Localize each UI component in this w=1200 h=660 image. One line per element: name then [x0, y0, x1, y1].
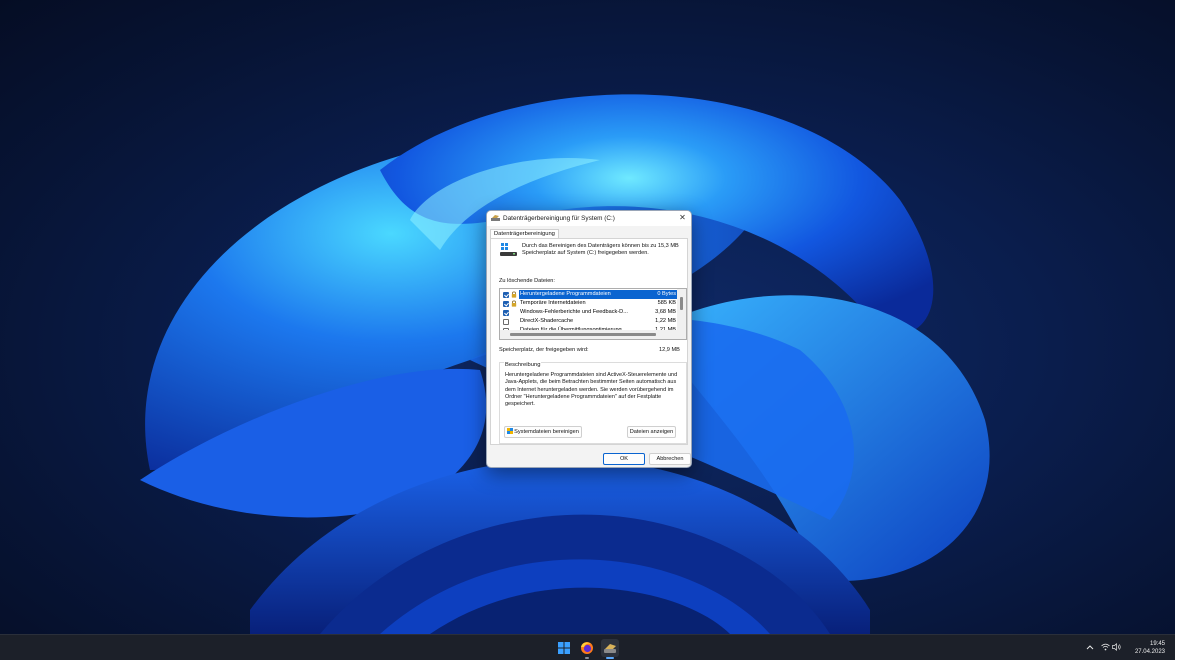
- clock-time: 19:45: [1149, 641, 1165, 647]
- file-name: DirectX-Shadercache: [520, 318, 574, 324]
- space-value: 12,9 MB: [659, 347, 680, 353]
- ok-button[interactable]: OK: [603, 453, 645, 465]
- close-button[interactable]: ✕: [677, 213, 688, 223]
- drive-icon: [500, 243, 517, 256]
- file-list-item[interactable]: Heruntergeladene Programmdateien 0 Bytes: [500, 290, 678, 299]
- file-name: Heruntergeladene Programmdateien: [520, 291, 611, 297]
- wifi-icon[interactable]: [1101, 643, 1110, 651]
- file-list-item[interactable]: Windows-Fehlerberichte und Feedback-D...…: [500, 308, 678, 317]
- cancel-button[interactable]: Abbrechen: [649, 453, 691, 465]
- lock-icon: [511, 300, 517, 307]
- space-label: Speicherplatz, der freigegeben wird:: [499, 347, 589, 353]
- speaker-icon[interactable]: [1112, 643, 1121, 651]
- screen-edge: [1175, 0, 1200, 660]
- windows-logo-icon: [558, 642, 570, 654]
- taskbar: 19:45 27.04.2023: [0, 634, 1175, 660]
- disk-cleanup-icon: [604, 644, 616, 653]
- file-checkbox[interactable]: [503, 309, 509, 316]
- shield-icon: [507, 428, 514, 434]
- file-checkbox[interactable]: [503, 300, 509, 307]
- file-size: 0 Bytes: [657, 291, 676, 297]
- title-bar[interactable]: Datenträgerbereinigung für System (C:) ✕: [487, 211, 691, 226]
- start-button[interactable]: [555, 639, 573, 657]
- taskbar-disk-cleanup[interactable]: [601, 639, 619, 657]
- view-files-button[interactable]: Dateien anzeigen: [627, 426, 676, 438]
- window-title: Datenträgerbereinigung für System (C:): [503, 215, 615, 222]
- file-list-item[interactable]: Temporäre Internetdateien 585 KB: [500, 299, 678, 308]
- file-checkbox[interactable]: [503, 291, 509, 298]
- scroll-thumb[interactable]: [510, 333, 656, 336]
- file-name: Windows-Fehlerberichte und Feedback-D...: [520, 309, 628, 315]
- disk-cleanup-dialog: Datenträgerbereinigung für System (C:) ✕…: [486, 210, 692, 468]
- files-listbox[interactable]: Dateien für die Übermittlungsoptimierung…: [499, 288, 687, 340]
- file-checkbox[interactable]: [503, 318, 509, 325]
- file-size: 1,22 MB: [655, 318, 676, 324]
- file-size: 585 KB: [657, 300, 676, 306]
- lock-icon: [511, 291, 517, 298]
- description-text: Heruntergeladene Programmdateien sind Ac…: [505, 372, 678, 408]
- taskbar-firefox[interactable]: [578, 639, 596, 657]
- running-indicator: [585, 657, 589, 659]
- active-indicator: [606, 657, 614, 659]
- scroll-thumb[interactable]: [680, 297, 683, 310]
- horizontal-scrollbar[interactable]: [500, 330, 686, 339]
- file-list-item[interactable]: DirectX-Shadercache 1,22 MB: [500, 317, 678, 326]
- chevron-up-icon[interactable]: [1086, 644, 1094, 650]
- description-title: Beschreibung: [504, 362, 542, 368]
- intro-text: Durch das Bereinigen des Datenträgers kö…: [522, 243, 679, 257]
- system-tray: [1084, 635, 1121, 660]
- disk-cleanup-icon: [491, 215, 500, 221]
- clock[interactable]: 19:45 27.04.2023: [1135, 640, 1165, 656]
- system-files-button-label: Systemdateien bereinigen: [514, 429, 579, 435]
- vertical-scrollbar[interactable]: [677, 289, 686, 331]
- clock-date: 27.04.2023: [1134, 649, 1165, 655]
- file-name: Temporäre Internetdateien: [520, 300, 586, 306]
- system-files-button[interactable]: Systemdateien bereinigen: [504, 426, 582, 438]
- files-label: Zu löschende Dateien:: [499, 278, 555, 284]
- description-group: Beschreibung Heruntergeladene Programmda…: [499, 362, 687, 444]
- firefox-icon: [581, 642, 593, 654]
- file-size: 3,68 MB: [655, 309, 676, 315]
- tab-panel: Durch das Bereinigen des Datenträgers kö…: [490, 238, 688, 445]
